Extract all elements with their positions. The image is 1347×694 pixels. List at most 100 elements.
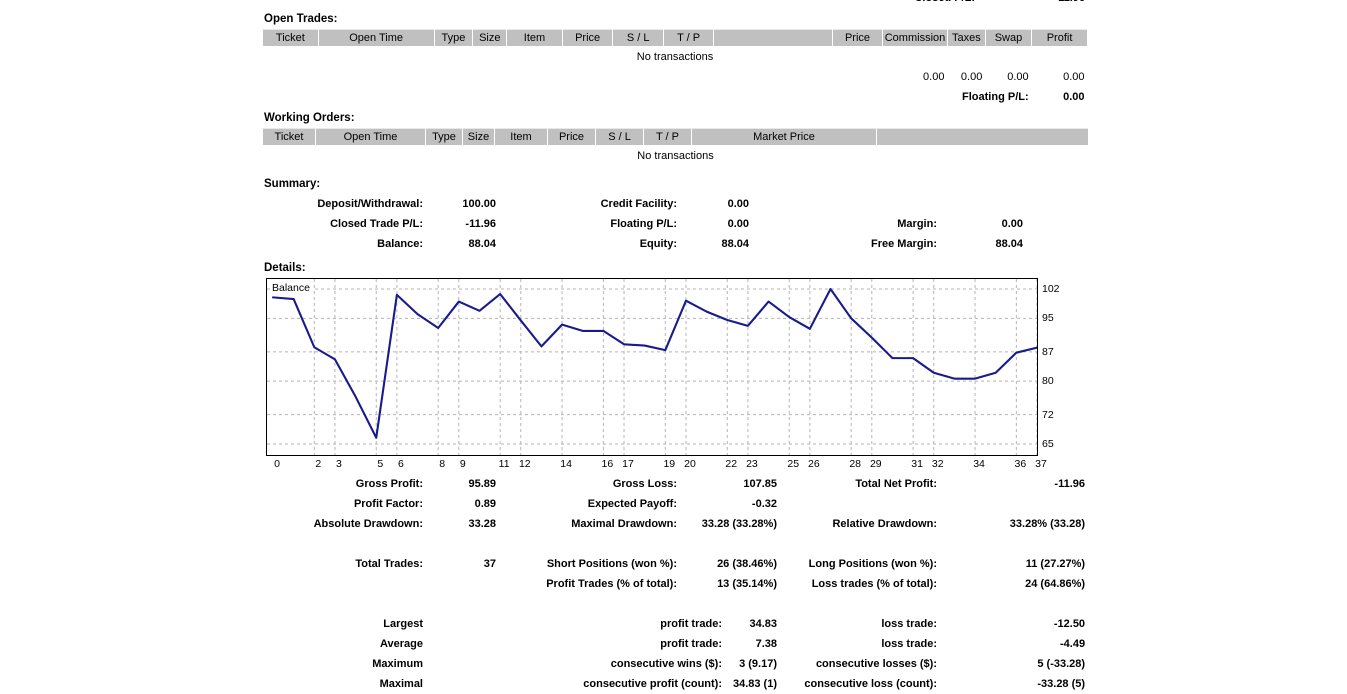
stats-row: Profit Trades (% of total): 13 (35.14%) … [262, 574, 1088, 594]
total-net-profit-value: -11.96 [1054, 478, 1085, 490]
closed-pl-header: Closed P/L: -11.96 [262, 0, 1088, 8]
x-tick-label: 19 [663, 458, 676, 470]
floating-pl-summary-value: 0.00 [727, 218, 749, 230]
max-consecutive-losses-label: consecutive losses ($): [815, 658, 937, 670]
floating-pl-summary-label: Floating P/L: [610, 218, 677, 230]
wo-col-open-time[interactable]: Open Time [315, 128, 426, 146]
total-commission: 0.00 [923, 71, 945, 83]
col-item[interactable]: Item [506, 29, 563, 47]
total-swap: 0.00 [1007, 71, 1029, 83]
col-sl[interactable]: S / L [612, 29, 664, 47]
margin-label: Margin: [897, 218, 937, 230]
loss-trades-label: Loss trades (% of total): [811, 578, 937, 590]
col-price-close[interactable]: Price [832, 29, 883, 47]
x-tick-label: 9 [459, 458, 466, 470]
col-commission[interactable]: Commission [881, 29, 948, 47]
average-profit-trade-value: 7.38 [755, 638, 777, 650]
x-tick-label: 5 [377, 458, 384, 470]
open-trades-header-row: Ticket Open Time Type Size Item Price S … [262, 29, 1088, 47]
short-positions-label: Short Positions (won %): [546, 558, 677, 570]
relative-drawdown-label: Relative Drawdown: [832, 518, 937, 530]
maximal-drawdown-value: 33.28 (33.28%) [701, 518, 777, 530]
x-tick-label: 2 [315, 458, 322, 470]
y-tick-label: 72 [1042, 408, 1054, 421]
stats-block-performance: Gross Profit: 95.89 Gross Loss: 107.85 T… [262, 474, 1088, 534]
stats-block-extremes: Largest profit trade: 34.83 loss trade: … [262, 594, 1088, 694]
stats-row: Absolute Drawdown: 33.28 Maximal Drawdow… [262, 514, 1088, 534]
short-positions-value: 26 (38.46%) [717, 558, 777, 570]
open-trades-table: Ticket Open Time Type Size Item Price S … [262, 29, 1088, 107]
x-tick-label: 16 [601, 458, 614, 470]
open-trades-empty-row: No transactions [263, 47, 1088, 68]
stats-block-trades: Total Trades: 37 Short Positions (won %)… [262, 534, 1088, 594]
col-size[interactable]: Size [472, 29, 508, 47]
maximal-label: Maximal [379, 678, 423, 690]
profit-factor-value: 0.89 [474, 498, 496, 510]
total-taxes: 0.00 [960, 71, 983, 83]
credit-facility-label: Credit Facility: [600, 198, 677, 210]
max-consecutive-wins-label: consecutive wins ($): [610, 658, 722, 670]
maximal-consecutive-loss-value: -33.28 (5) [1037, 678, 1086, 690]
largest-spacer-value [425, 614, 499, 634]
gross-loss-label: Gross Loss: [612, 478, 677, 490]
largest-loss-trade-value: -12.50 [1053, 618, 1086, 630]
relative-drawdown-value: 33.28% (33.28) [1009, 518, 1085, 530]
gross-loss-value: 107.85 [743, 478, 777, 490]
balance-value: 88.04 [468, 238, 496, 250]
col-tp[interactable]: T / P [662, 29, 715, 47]
margin-value: 0.00 [1001, 218, 1023, 230]
long-positions-value: 11 (27.27%) [1025, 558, 1086, 570]
stats-row: Total Trades: 37 Short Positions (won %)… [262, 554, 1088, 574]
col-swap[interactable]: Swap [984, 29, 1033, 47]
open-trades-caption: Open Trades: [264, 13, 338, 25]
wo-col-size[interactable]: Size [462, 128, 495, 146]
average-label: Average [379, 638, 423, 650]
working-orders-header-row: Ticket Open Time Type Size Item Price S … [262, 128, 1089, 146]
summary-caption: Summary: [264, 178, 321, 190]
balance-label: Balance: [377, 238, 423, 250]
maximum-label: Maximum [372, 658, 423, 670]
wo-col-item[interactable]: Item [494, 128, 548, 146]
wo-col-price[interactable]: Price [547, 128, 596, 146]
absolute-drawdown-label: Absolute Drawdown: [313, 518, 423, 530]
wo-col-sl[interactable]: S / L [595, 128, 644, 146]
x-tick-label: 14 [560, 458, 572, 470]
floating-pl-label: Floating P/L: [962, 91, 1029, 103]
max-consecutive-wins-value: 3 (9.17) [739, 658, 777, 670]
col-taxes[interactable]: Taxes [946, 29, 986, 47]
total-trades-label: Total Trades: [355, 558, 423, 570]
wo-col-market-price[interactable]: Market Price [691, 128, 877, 146]
max-consecutive-losses-value: 5 (-33.28) [1037, 658, 1086, 670]
summary-r0-c3-value [939, 194, 1026, 214]
largest-profit-trade-value: 34.83 [749, 618, 777, 630]
open-trades-totals-row: 0.00 0.00 0.00 0.00 [263, 67, 1088, 87]
summary-row: Closed Trade P/L: -11.96 Floating P/L: 0… [262, 214, 1088, 234]
x-tick-label: 28 [849, 458, 861, 470]
x-tick-label: 17 [622, 458, 634, 470]
free-margin-value: 88.04 [995, 238, 1023, 250]
col-type[interactable]: Type [433, 29, 474, 47]
closed-trade-pl-value: -11.96 [465, 218, 496, 230]
x-tick-label: 32 [931, 458, 944, 470]
summary-row: Deposit/Withdrawal: 100.00 Credit Facili… [262, 194, 1088, 214]
col-profit[interactable]: Profit [1031, 29, 1088, 47]
col-open-time[interactable]: Open Time [317, 29, 435, 47]
closed-pl-value: -11.96 [977, 0, 1088, 8]
profit-trades-value: 13 (35.14%) [717, 578, 777, 590]
col-ticket[interactable]: Ticket [262, 29, 319, 47]
y-tick-label: 65 [1042, 438, 1054, 450]
x-tick-label: 20 [684, 458, 696, 470]
closed-trade-pl-label: Closed Trade P/L: [330, 218, 423, 230]
wo-col-ticket[interactable]: Ticket [262, 128, 316, 146]
average-loss-trade-value: -4.49 [1059, 638, 1086, 650]
credit-facility-value: 0.00 [727, 198, 749, 210]
wo-col-type[interactable]: Type [425, 128, 463, 146]
closed-pl-label: Closed P/L: [847, 0, 977, 8]
stats-row: Largest profit trade: 34.83 loss trade: … [262, 614, 1088, 634]
col-price-open[interactable]: Price [561, 29, 614, 47]
stats-b2-r1-v1 [425, 574, 499, 594]
x-tick-label: 36 [1014, 458, 1027, 470]
wo-col-tp[interactable]: T / P [643, 128, 692, 146]
chart-svg [267, 279, 1037, 455]
x-tick-label: 29 [869, 458, 882, 470]
